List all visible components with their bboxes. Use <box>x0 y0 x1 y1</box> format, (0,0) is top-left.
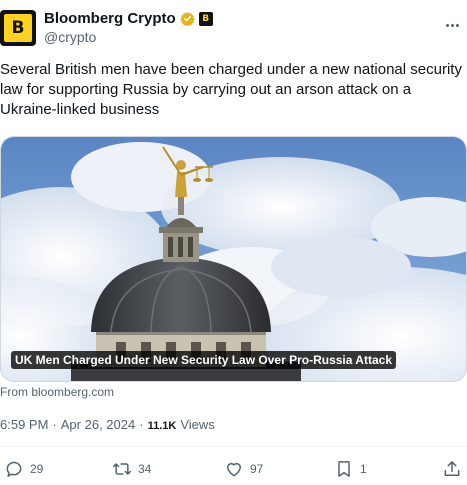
display-name[interactable]: Bloomberg Crypto <box>44 10 176 27</box>
views-label: Views <box>180 417 215 432</box>
handle[interactable]: @crypto <box>44 29 96 45</box>
views-count: 11.1K <box>147 420 177 432</box>
meta-separator: · <box>139 417 144 432</box>
name-row: Bloomberg Crypto B <box>44 10 213 27</box>
tweet-time[interactable]: 6:59 PM <box>0 417 48 432</box>
divider <box>0 446 467 447</box>
share-icon <box>444 461 460 476</box>
repost-count: 34 <box>138 462 152 476</box>
bookmark-button[interactable]: 1 <box>334 456 367 482</box>
reply-button[interactable]: 29 <box>4 456 43 482</box>
meta-separator: · <box>52 417 57 432</box>
tweet-meta: 6:59 PM · Apr 26, 2024 · 11.1K Views <box>0 417 215 432</box>
reply-count: 29 <box>30 462 44 476</box>
tweet-date[interactable]: Apr 26, 2024 <box>61 417 135 432</box>
bookmark-count: 1 <box>360 462 367 476</box>
media-image <box>1 137 466 381</box>
avatar[interactable]: B <box>0 10 36 46</box>
like-button[interactable]: 97 <box>224 456 263 482</box>
media-caption: UK Men Charged Under New Security Law Ov… <box>11 351 396 369</box>
affiliate-badge-icon: B <box>198 11 213 26</box>
repost-button[interactable]: 34 <box>112 456 151 482</box>
repost-icon <box>112 463 132 475</box>
media-card[interactable]: UK Men Charged Under New Security Law Ov… <box>0 136 467 382</box>
media-source[interactable]: From bloomberg.com <box>0 385 114 399</box>
like-count: 97 <box>250 462 264 476</box>
like-icon <box>227 462 241 477</box>
tweet-header: B Bloomberg Crypto B @crypto <box>0 6 467 48</box>
reply-icon <box>6 461 22 477</box>
share-button[interactable] <box>442 456 462 482</box>
bookmark-icon <box>338 461 350 477</box>
verified-badge-icon <box>179 11 195 26</box>
avatar-letter: B <box>4 14 32 42</box>
tweet-text: Several British men have been charged un… <box>0 61 462 118</box>
action-bar: 29 34 97 1 <box>0 456 467 482</box>
more-icon[interactable] <box>441 16 463 34</box>
